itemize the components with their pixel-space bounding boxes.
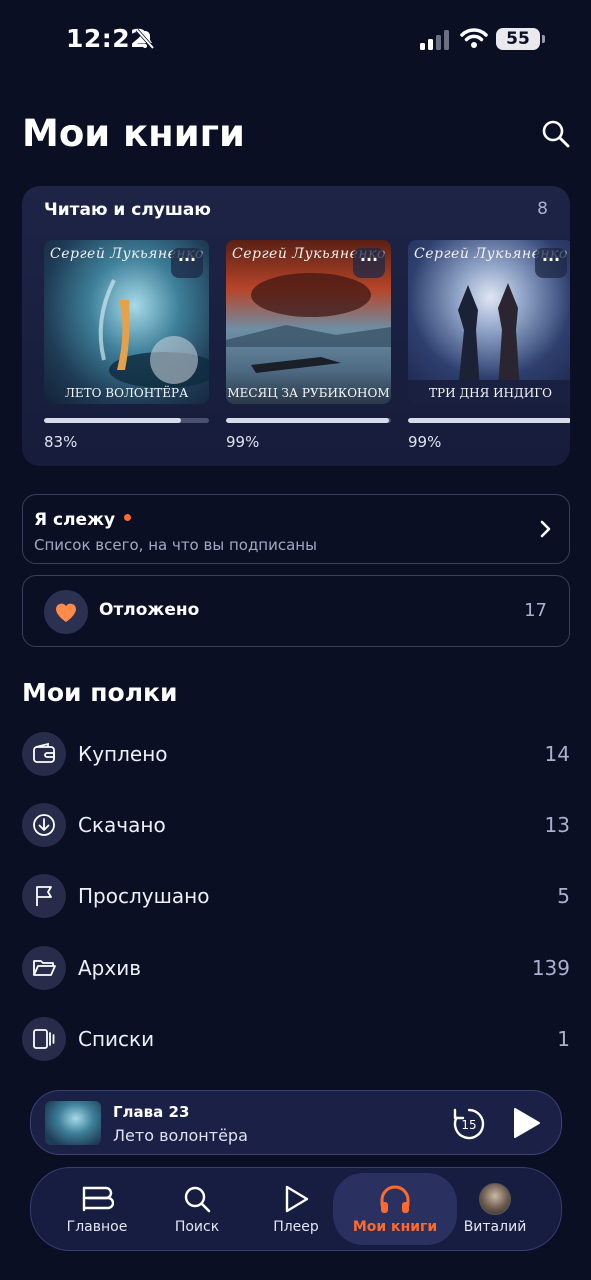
shelf-count: 1: [557, 1027, 570, 1051]
more-options-button[interactable]: ···: [353, 248, 385, 278]
play-icon: [285, 1185, 309, 1213]
mini-player[interactable]: Глава 23 Лето волонтёра 15: [30, 1090, 562, 1155]
shelf-label: Скачано: [78, 813, 166, 837]
tab-home[interactable]: Главное: [45, 1168, 149, 1250]
bell-muted-icon: [135, 28, 155, 50]
player-book-title: Лето волонтёра: [113, 1126, 248, 1145]
download-icon: [22, 803, 66, 847]
shelf-label: Куплено: [78, 742, 168, 766]
book-title: Лето волонтёра: [64, 386, 189, 400]
progress-label: 99%: [226, 433, 260, 451]
folder-icon: [22, 946, 66, 990]
heart-icon: [44, 590, 88, 634]
home-icon: [82, 1186, 114, 1212]
list-icon: [22, 1017, 66, 1061]
progress-bar: [226, 418, 391, 423]
tab-profile[interactable]: Виталий: [443, 1168, 547, 1250]
progress-label: 99%: [408, 433, 442, 451]
book-title: Месяц за Рубиконом: [227, 386, 390, 400]
book-card[interactable]: Сергей Лукьяненко Месяц за Рубиконом ···…: [226, 240, 391, 451]
shelf-count: 5: [557, 884, 570, 908]
tab-bar: Главное Поиск Плеер Мои книги Виталий: [30, 1167, 562, 1251]
shelf-item-purchased[interactable]: Куплено 14: [22, 732, 570, 778]
flag-icon: [22, 874, 66, 918]
book-cover[interactable]: Сергей Лукьяненко Три дня Индиго ···: [408, 240, 570, 404]
shelf-label: Прослушано: [78, 884, 210, 908]
shelf-item-listened[interactable]: Прослушано 5: [22, 874, 570, 920]
shelf-item-downloaded[interactable]: Скачано 13: [22, 803, 570, 849]
tab-label: Виталий: [463, 1219, 527, 1235]
chevron-right-icon: [540, 520, 551, 538]
shelf-count: 14: [544, 742, 570, 766]
wallet-icon: [22, 732, 66, 776]
shelf-count: 139: [531, 956, 570, 980]
following-label: Я слежу: [34, 510, 116, 530]
deferred-count: 17: [524, 600, 547, 621]
headphones-icon: [380, 1185, 410, 1213]
rewind-15-icon[interactable]: 15: [451, 1106, 487, 1142]
tab-label: Мои книги: [352, 1219, 438, 1235]
progress-fill: [408, 418, 570, 423]
shelf-count: 13: [544, 813, 570, 837]
wifi-icon: [460, 28, 488, 48]
book-title: Три дня Индиго: [428, 386, 553, 400]
play-icon[interactable]: [509, 1105, 543, 1141]
progress-fill: [44, 418, 181, 423]
deferred-label: Отложено: [99, 600, 200, 620]
progress-bar: [408, 418, 570, 423]
shelf-label: Списки: [78, 1027, 155, 1051]
page-title: Мои книги: [22, 112, 245, 155]
signal-icon: [420, 30, 449, 50]
shelves-title: Мои полки: [22, 678, 178, 707]
search-icon: [184, 1186, 211, 1213]
progress-bar: [44, 418, 209, 423]
book-cover[interactable]: Сергей Лукьяненко Месяц за Рубиконом ···: [226, 240, 391, 404]
shelf-label: Архив: [78, 956, 141, 980]
avatar: [479, 1183, 511, 1215]
more-options-button[interactable]: ···: [535, 248, 567, 278]
shelf-item-archive[interactable]: Архив 139: [22, 946, 570, 992]
book-card[interactable]: Сергей Лукьяненко Три дня Индиго ··· 99%: [408, 240, 570, 451]
status-bar: 12:22 55: [0, 0, 591, 80]
tab-label: Поиск: [174, 1219, 220, 1235]
tab-label: Главное: [66, 1219, 128, 1235]
search-icon[interactable]: [540, 118, 572, 150]
progress-fill: [226, 418, 390, 423]
rewind-seconds: 15: [461, 1118, 476, 1132]
notification-dot: [124, 514, 131, 521]
following-subtitle: Список всего, на что вы подписаны: [34, 536, 317, 554]
deferred-row[interactable]: Отложено 17: [22, 575, 570, 647]
more-options-button[interactable]: ···: [171, 248, 203, 278]
tab-search[interactable]: Поиск: [145, 1168, 249, 1250]
reading-count: 8: [537, 199, 548, 219]
following-row[interactable]: Я слежу Список всего, на что вы подписан…: [22, 494, 570, 564]
reading-section: Читаю и слушаю 8 Сергей Лукьяненко Лето …: [22, 186, 570, 466]
tab-my-books[interactable]: Мои книги: [333, 1173, 457, 1245]
shelf-item-lists[interactable]: Списки 1: [22, 1017, 570, 1063]
book-cover[interactable]: Сергей Лукьяненко Лето волонтёра ···: [44, 240, 209, 404]
progress-label: 83%: [44, 433, 78, 451]
player-thumbnail[interactable]: [45, 1101, 101, 1145]
reading-title[interactable]: Читаю и слушаю: [44, 200, 211, 220]
battery-indicator: 55: [496, 28, 545, 50]
player-chapter: Глава 23: [113, 1103, 190, 1121]
book-card[interactable]: Сергей Лукьяненко Лето волонтёра ··· 83%: [44, 240, 209, 451]
